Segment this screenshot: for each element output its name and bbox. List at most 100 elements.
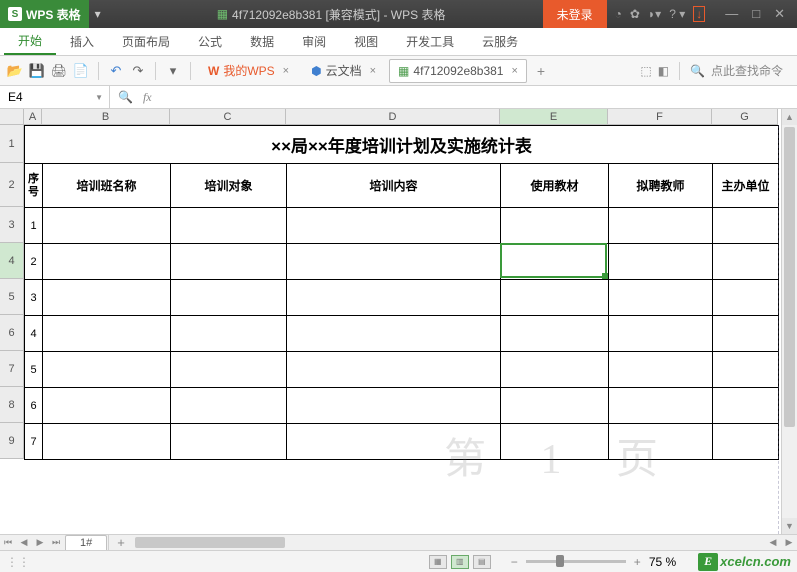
skin-icon[interactable]: ◗▾	[648, 7, 661, 21]
zoom-level[interactable]: 75 %	[649, 555, 676, 569]
row-header-6[interactable]: 6	[0, 315, 24, 351]
close-icon[interactable]: ✕	[774, 6, 785, 22]
sheet-tab-1[interactable]: 1#	[65, 535, 107, 550]
cell-reference-box[interactable]: E4 ▼	[0, 86, 110, 108]
menu-dev-tools[interactable]: 开发工具	[392, 28, 468, 55]
table-cell[interactable]	[287, 352, 501, 388]
print-icon[interactable]: 📄	[72, 62, 90, 80]
table-cell[interactable]: 2	[25, 244, 43, 280]
table-cell[interactable]	[501, 316, 609, 352]
table-cell[interactable]: 3	[25, 280, 43, 316]
zoom-in-icon[interactable]: +	[634, 555, 641, 569]
menu-review[interactable]: 审阅	[288, 28, 340, 55]
table-cell[interactable]	[287, 388, 501, 424]
table-cell[interactable]	[43, 316, 171, 352]
zoom-out-icon[interactable]: −	[511, 555, 518, 569]
table-cell[interactable]: 7	[25, 424, 43, 460]
table-cell[interactable]	[171, 280, 287, 316]
tab-current-file[interactable]: ▦ 4f712092e8b381 ×	[389, 59, 527, 83]
scroll-thumb[interactable]	[784, 127, 795, 427]
table-cell[interactable]	[43, 280, 171, 316]
zoom-slider[interactable]	[526, 560, 626, 563]
table-title[interactable]: ××局××年度培训计划及实施统计表	[25, 126, 779, 164]
add-tab-icon[interactable]: +	[531, 63, 551, 79]
more-dropdown-icon[interactable]: ▾	[164, 62, 182, 80]
sheet-last-icon[interactable]: ⏭	[48, 537, 64, 548]
scroll-thumb[interactable]	[135, 537, 285, 548]
table-cell[interactable]	[609, 424, 713, 460]
menu-page-layout[interactable]: 页面布局	[108, 28, 184, 55]
dropdown-icon[interactable]: ▼	[95, 93, 103, 102]
table-header[interactable]: 培训对象	[171, 164, 287, 208]
row-header-5[interactable]: 5	[0, 279, 24, 315]
table-cell[interactable]	[609, 244, 713, 280]
help-icon[interactable]: ? ▾	[669, 7, 685, 21]
table-header[interactable]: 序号	[25, 164, 43, 208]
table-cell[interactable]	[609, 352, 713, 388]
feedback-icon[interactable]: ↓	[693, 6, 705, 22]
row-header-8[interactable]: 8	[0, 387, 24, 423]
tab-cloud-doc[interactable]: ⬢ 云文档 ×	[302, 59, 385, 83]
table-header[interactable]: 拟聘教师	[609, 164, 713, 208]
table-cell[interactable]	[713, 208, 779, 244]
table-cell[interactable]	[43, 424, 171, 460]
window-icon[interactable]: ◧	[658, 64, 669, 78]
fx-icon[interactable]: fx	[143, 90, 152, 105]
app-dropdown-icon[interactable]: ▾	[89, 7, 107, 21]
column-header-E[interactable]: E	[500, 109, 608, 125]
scroll-left-icon[interactable]: ◀	[765, 537, 781, 548]
search-fx-icon[interactable]: 🔍	[118, 90, 133, 104]
view-normal-icon[interactable]: ▦	[429, 555, 447, 569]
table-cell[interactable]	[609, 208, 713, 244]
table-cell[interactable]	[43, 244, 171, 280]
sync-icon[interactable]: ◔	[615, 7, 622, 21]
row-header-4[interactable]: 4	[0, 243, 24, 279]
table-header[interactable]: 培训班名称	[43, 164, 171, 208]
table-cell[interactable]	[713, 316, 779, 352]
maximize-icon[interactable]: □	[752, 6, 760, 22]
zoom-thumb[interactable]	[556, 555, 564, 567]
select-all-corner[interactable]	[0, 109, 24, 125]
table-cell[interactable]	[171, 424, 287, 460]
table-cell[interactable]	[713, 352, 779, 388]
table-cell[interactable]	[43, 352, 171, 388]
column-header-G[interactable]: G	[712, 109, 778, 125]
table-cell[interactable]	[713, 424, 779, 460]
menu-cloud[interactable]: 云服务	[468, 28, 532, 55]
redo-icon[interactable]: ↷	[129, 62, 147, 80]
menu-formula[interactable]: 公式	[184, 28, 236, 55]
tab-close-icon[interactable]: ×	[370, 65, 376, 77]
table-cell[interactable]	[287, 244, 501, 280]
print-preview-icon[interactable]: 🖨	[50, 62, 68, 80]
scroll-up-icon[interactable]: ▲	[782, 109, 797, 125]
table-cell[interactable]	[501, 208, 609, 244]
table-cell[interactable]: 1	[25, 208, 43, 244]
save-icon[interactable]: 💾	[28, 62, 46, 80]
table-cell[interactable]: 4	[25, 316, 43, 352]
view-reading-icon[interactable]: ▤	[473, 555, 491, 569]
table-cell[interactable]	[713, 244, 779, 280]
menu-start[interactable]: 开始	[4, 28, 56, 55]
minimize-icon[interactable]: —	[725, 6, 738, 22]
column-header-D[interactable]: D	[286, 109, 500, 125]
column-header-A[interactable]: A	[24, 109, 42, 125]
add-sheet-icon[interactable]: +	[108, 535, 133, 550]
login-button[interactable]: 未登录	[543, 0, 607, 28]
table-cell[interactable]	[713, 388, 779, 424]
table-cell[interactable]	[501, 424, 609, 460]
table-cell[interactable]	[609, 316, 713, 352]
undo-icon[interactable]: ↶	[107, 62, 125, 80]
table-header[interactable]: 主办单位	[713, 164, 779, 208]
sheet-prev-icon[interactable]: ◀	[16, 537, 32, 548]
open-icon[interactable]: 📂	[6, 62, 24, 80]
table-cell[interactable]	[43, 208, 171, 244]
table-cell[interactable]	[287, 316, 501, 352]
table-cell[interactable]	[287, 280, 501, 316]
menu-data[interactable]: 数据	[236, 28, 288, 55]
vertical-scrollbar[interactable]: ▲ ▼	[781, 109, 797, 534]
table-cell[interactable]	[171, 388, 287, 424]
table-cell[interactable]	[171, 352, 287, 388]
menu-view[interactable]: 视图	[340, 28, 392, 55]
settings-icon[interactable]: ✿	[630, 7, 640, 21]
table-cell[interactable]: 5	[25, 352, 43, 388]
